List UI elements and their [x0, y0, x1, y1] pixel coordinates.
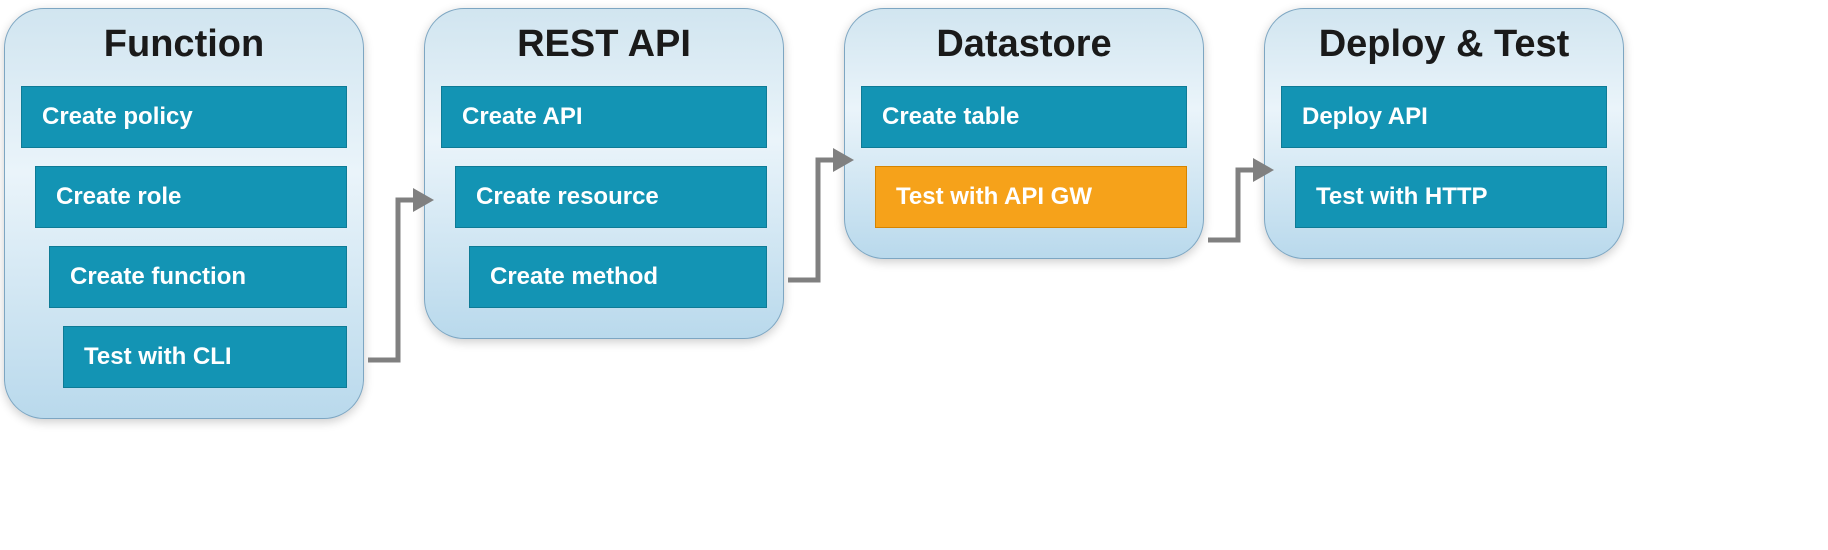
step-item: Create resource — [455, 166, 767, 228]
steps-list: Create table Test with API GW — [861, 86, 1187, 228]
step-item: Create role — [35, 166, 347, 228]
step-item-highlight: Test with API GW — [875, 166, 1187, 228]
steps-list: Create policy Create role Create functio… — [21, 86, 347, 388]
stage-card-rest-api: REST API Create API Create resource Crea… — [424, 8, 784, 339]
step-item: Create policy — [21, 86, 347, 148]
stage-card-datastore: Datastore Create table Test with API GW — [844, 8, 1204, 259]
step-item: Test with HTTP — [1295, 166, 1607, 228]
stage-title: REST API — [441, 23, 767, 66]
step-item: Test with CLI — [63, 326, 347, 388]
stage-title: Deploy & Test — [1281, 23, 1607, 66]
stage-card-deploy-test: Deploy & Test Deploy API Test with HTTP — [1264, 8, 1624, 259]
step-item: Deploy API — [1281, 86, 1607, 148]
step-item: Create function — [49, 246, 347, 308]
steps-list: Create API Create resource Create method — [441, 86, 767, 308]
stages-container: Function Create policy Create role Creat… — [0, 0, 1828, 427]
stage-title: Datastore — [861, 23, 1187, 66]
stage-title: Function — [21, 23, 347, 66]
step-item: Create table — [861, 86, 1187, 148]
steps-list: Deploy API Test with HTTP — [1281, 86, 1607, 228]
step-item: Create API — [441, 86, 767, 148]
step-item: Create method — [469, 246, 767, 308]
stage-card-function: Function Create policy Create role Creat… — [4, 8, 364, 419]
